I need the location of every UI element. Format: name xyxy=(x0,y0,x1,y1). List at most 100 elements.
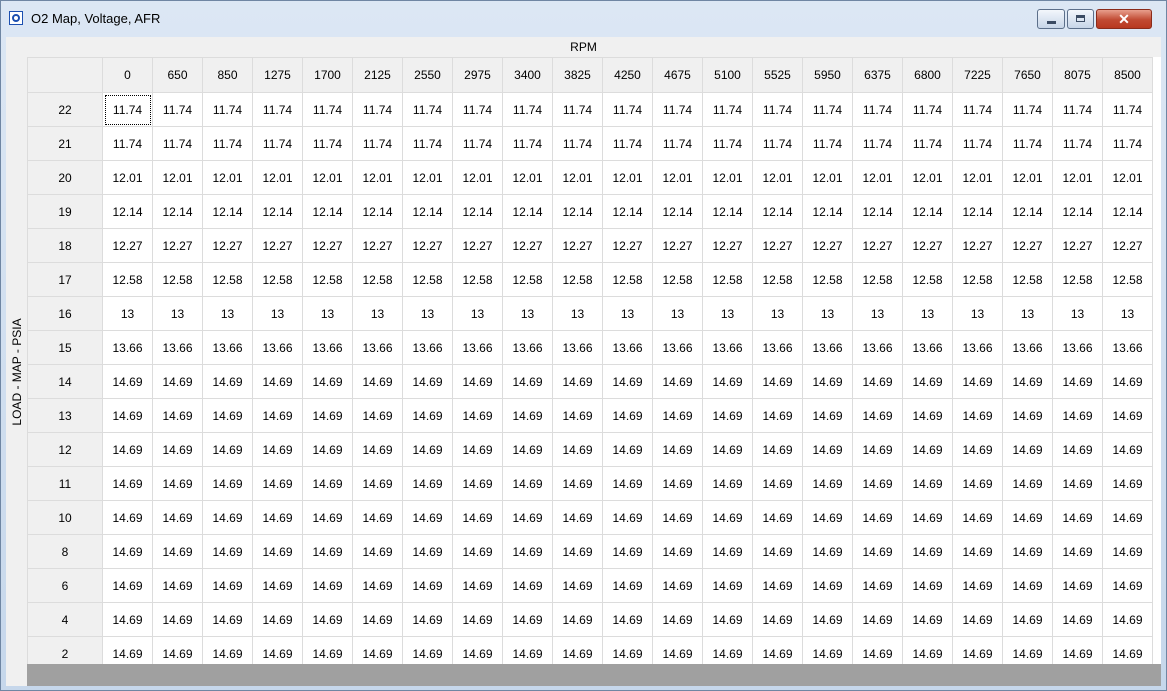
rpm-column-header[interactable]: 2125 xyxy=(352,57,403,93)
afr-cell[interactable]: 14.69 xyxy=(1102,602,1153,637)
afr-cell[interactable]: 12.58 xyxy=(552,262,603,297)
afr-cell[interactable]: 14.69 xyxy=(352,568,403,603)
afr-cell[interactable]: 14.69 xyxy=(152,364,203,399)
afr-cell[interactable]: 13 xyxy=(352,296,403,331)
afr-cell[interactable]: 12.01 xyxy=(802,160,853,195)
afr-cell[interactable]: 14.69 xyxy=(1002,534,1053,569)
afr-cell[interactable]: 14.69 xyxy=(752,568,803,603)
afr-cell[interactable]: 13.66 xyxy=(252,330,303,365)
afr-cell[interactable]: 13 xyxy=(552,296,603,331)
rpm-column-header[interactable]: 850 xyxy=(202,57,253,93)
rpm-column-header[interactable]: 6375 xyxy=(852,57,903,93)
load-row-header[interactable]: 22 xyxy=(27,92,103,127)
afr-cell[interactable]: 11.74 xyxy=(802,92,853,127)
afr-cell[interactable]: 11.74 xyxy=(1052,126,1103,161)
afr-cell[interactable]: 12.27 xyxy=(602,228,653,263)
afr-cell[interactable]: 11.74 xyxy=(152,92,203,127)
afr-cell[interactable]: 12.58 xyxy=(502,262,553,297)
afr-cell[interactable]: 12.01 xyxy=(252,160,303,195)
afr-cell[interactable]: 12.58 xyxy=(202,262,253,297)
afr-cell[interactable]: 12.01 xyxy=(452,160,503,195)
afr-cell[interactable]: 12.14 xyxy=(602,194,653,229)
afr-cell[interactable]: 11.74 xyxy=(202,126,253,161)
afr-cell[interactable]: 12.27 xyxy=(102,228,153,263)
afr-cell[interactable]: 14.69 xyxy=(302,364,353,399)
afr-cell[interactable]: 14.69 xyxy=(452,398,503,433)
afr-cell[interactable]: 14.69 xyxy=(202,602,253,637)
afr-cell[interactable]: 12.58 xyxy=(352,262,403,297)
afr-cell[interactable]: 14.69 xyxy=(702,398,753,433)
afr-cell[interactable]: 14.69 xyxy=(152,432,203,467)
afr-cell[interactable]: 14.69 xyxy=(802,466,853,501)
afr-cell[interactable]: 14.69 xyxy=(1002,398,1053,433)
rpm-column-header[interactable]: 1275 xyxy=(252,57,303,93)
title-bar[interactable]: O2 Map, Voltage, AFR ✕ xyxy=(1,1,1166,37)
afr-cell[interactable]: 13 xyxy=(602,296,653,331)
afr-cell[interactable]: 14.69 xyxy=(752,466,803,501)
afr-cell[interactable]: 14.69 xyxy=(952,466,1003,501)
afr-cell[interactable]: 14.69 xyxy=(952,500,1003,535)
afr-cell[interactable]: 13 xyxy=(152,296,203,331)
afr-cell[interactable]: 12.01 xyxy=(202,160,253,195)
afr-cell[interactable]: 11.74 xyxy=(1002,126,1053,161)
afr-cell[interactable]: 13 xyxy=(102,296,153,331)
afr-cell[interactable]: 12.27 xyxy=(352,228,403,263)
afr-cell[interactable]: 14.69 xyxy=(1002,500,1053,535)
afr-cell[interactable]: 14.69 xyxy=(452,364,503,399)
afr-cell[interactable]: 12.27 xyxy=(702,228,753,263)
afr-cell[interactable]: 11.74 xyxy=(502,126,553,161)
afr-cell[interactable]: 14.69 xyxy=(1052,500,1103,535)
afr-cell[interactable]: 13 xyxy=(1102,296,1153,331)
afr-cell[interactable]: 11.74 xyxy=(252,126,303,161)
afr-cell[interactable]: 12.01 xyxy=(102,160,153,195)
afr-cell[interactable]: 14.69 xyxy=(802,602,853,637)
afr-cell[interactable]: 12.58 xyxy=(252,262,303,297)
rpm-column-header[interactable]: 4250 xyxy=(602,57,653,93)
afr-cell[interactable]: 14.69 xyxy=(352,602,403,637)
afr-cell[interactable]: 14.69 xyxy=(1102,500,1153,535)
afr-cell[interactable]: 14.69 xyxy=(252,500,303,535)
afr-cell[interactable]: 13 xyxy=(952,296,1003,331)
afr-cell[interactable]: 14.69 xyxy=(1052,432,1103,467)
afr-cell[interactable]: 12.01 xyxy=(352,160,403,195)
afr-cell[interactable]: 14.69 xyxy=(1002,602,1053,637)
afr-cell[interactable]: 14.69 xyxy=(752,602,803,637)
afr-cell[interactable]: 11.74 xyxy=(1052,92,1103,127)
afr-cell[interactable]: 13.66 xyxy=(102,330,153,365)
afr-cell[interactable]: 13.66 xyxy=(552,330,603,365)
afr-cell[interactable]: 11.74 xyxy=(152,126,203,161)
afr-cell[interactable]: 14.69 xyxy=(702,364,753,399)
afr-cell[interactable]: 13.66 xyxy=(752,330,803,365)
afr-cell[interactable]: 11.74 xyxy=(752,126,803,161)
afr-cell[interactable]: 14.69 xyxy=(1102,432,1153,467)
afr-cell[interactable]: 14.69 xyxy=(202,500,253,535)
rpm-column-header[interactable]: 5100 xyxy=(702,57,753,93)
afr-cell[interactable]: 12.27 xyxy=(1052,228,1103,263)
afr-cell[interactable]: 11.74 xyxy=(102,126,153,161)
load-row-header[interactable]: 20 xyxy=(27,160,103,195)
afr-cell[interactable]: 12.14 xyxy=(302,194,353,229)
afr-cell[interactable]: 14.69 xyxy=(102,534,153,569)
load-row-header[interactable]: 18 xyxy=(27,228,103,263)
afr-cell[interactable]: 14.69 xyxy=(102,364,153,399)
afr-cell[interactable]: 14.69 xyxy=(702,534,753,569)
afr-cell[interactable]: 14.69 xyxy=(352,500,403,535)
afr-cell[interactable]: 12.14 xyxy=(552,194,603,229)
afr-cell[interactable]: 14.69 xyxy=(1102,364,1153,399)
afr-cell[interactable]: 12.01 xyxy=(602,160,653,195)
afr-cell[interactable]: 11.74 xyxy=(352,92,403,127)
rpm-column-header[interactable]: 650 xyxy=(152,57,203,93)
afr-cell[interactable]: 14.69 xyxy=(352,466,403,501)
afr-cell[interactable]: 14.69 xyxy=(752,364,803,399)
afr-cell[interactable]: 14.69 xyxy=(952,398,1003,433)
afr-cell[interactable]: 12.14 xyxy=(952,194,1003,229)
afr-cell[interactable]: 12.58 xyxy=(902,262,953,297)
afr-cell[interactable]: 14.69 xyxy=(302,432,353,467)
load-row-header[interactable]: 8 xyxy=(27,534,103,569)
afr-cell[interactable]: 12.01 xyxy=(952,160,1003,195)
app-icon[interactable] xyxy=(9,11,23,25)
afr-cell[interactable]: 12.58 xyxy=(402,262,453,297)
afr-cell[interactable]: 12.14 xyxy=(752,194,803,229)
afr-cell[interactable]: 14.69 xyxy=(952,534,1003,569)
afr-cell[interactable]: 12.27 xyxy=(202,228,253,263)
